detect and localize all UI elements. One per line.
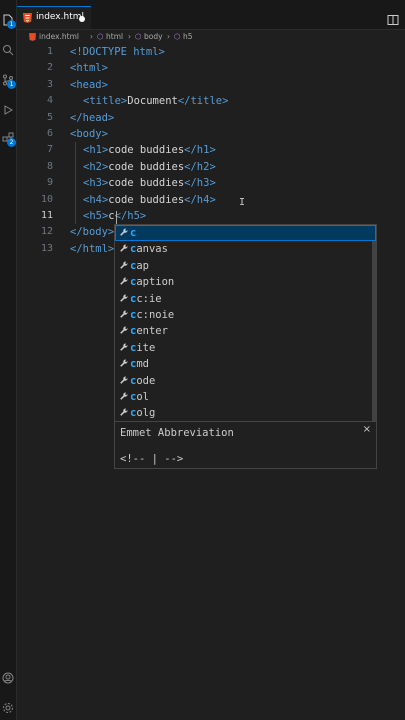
mouse-ibeam-icon: I — [239, 197, 246, 208]
breadcrumb-item-body[interactable]: body — [144, 30, 163, 44]
split-editor-icon[interactable] — [387, 11, 399, 25]
code-line-1: <!DOCTYPE html> — [70, 46, 165, 58]
wrench-icon — [120, 392, 128, 400]
breadcrumb: index.html › ⬡ html › ⬡ body › ⬡ h5 — [17, 30, 405, 44]
wrench-icon — [120, 326, 128, 335]
suggestion-item[interactable]: cite — [115, 340, 376, 356]
line-number: 2 — [46, 62, 53, 74]
element-icon: ⬡ — [174, 32, 181, 41]
line-number: 9 — [46, 177, 53, 189]
unsaved-dot-icon[interactable] — [79, 16, 85, 22]
suggestion-item-selected[interactable]: c — [115, 225, 376, 242]
chevron-right-icon: › — [128, 32, 131, 41]
suggestion-item[interactable]: colg — [115, 405, 376, 421]
activity-bar: 1 1 2 — [0, 0, 17, 720]
suggestion-item[interactable]: cc:noie — [115, 307, 376, 323]
suggestion-item[interactable]: center — [115, 323, 376, 339]
suggestion-item[interactable]: cmd — [115, 356, 376, 372]
tab-label: index.html — [36, 12, 84, 22]
editor-tab-bar: index.html ⋯ — [17, 6, 405, 30]
wrench-icon — [120, 277, 128, 285]
close-icon[interactable]: × — [363, 424, 371, 435]
suggestion-item[interactable]: cc:ie — [115, 291, 376, 307]
extensions-icon[interactable]: 2 — [2, 132, 16, 147]
details-title: Emmet Abbreviation — [120, 427, 234, 439]
wrench-icon — [120, 294, 128, 302]
source-control-badge: 1 — [7, 80, 16, 89]
line-number: 6 — [46, 128, 53, 139]
account-icon[interactable] — [2, 669, 14, 684]
wrench-icon — [120, 310, 128, 318]
line-number: 12 — [40, 226, 53, 238]
line-number: 3 — [46, 78, 53, 90]
html5-icon — [23, 13, 32, 23]
html5-icon — [29, 33, 36, 41]
code-line-12: </body> — [70, 226, 115, 239]
suggestion-item[interactable]: canvas — [115, 241, 376, 257]
wrench-icon — [120, 343, 128, 351]
code-line-13: </html> — [70, 242, 115, 255]
line-number: 10 — [40, 193, 53, 205]
code-line-3: <head> — [70, 78, 108, 91]
suggestion-item[interactable]: col — [115, 389, 376, 405]
suggestion-item[interactable]: cap — [115, 258, 376, 274]
element-icon: ⬡ — [135, 32, 142, 41]
line-number: 13 — [40, 242, 53, 254]
suggestions-scrollbar[interactable] — [372, 241, 376, 421]
code-line-7: <h1>code buddies</h1> — [83, 144, 216, 157]
wrench-icon — [120, 228, 128, 236]
code-line-5: </head> — [70, 111, 115, 124]
breadcrumb-item-html[interactable]: html — [106, 30, 123, 44]
code-line-9: <h3>code buddies</h3> — [83, 177, 216, 190]
wrench-icon — [120, 261, 128, 269]
breadcrumb-item-file[interactable]: index.html — [39, 30, 79, 44]
code-line-11: <h5>c</h5> — [83, 210, 147, 222]
indent-guide — [75, 142, 76, 224]
autocomplete-suggestions[interactable]: c canvas cap caption cc:ie cc:noie cente… — [114, 224, 377, 422]
element-icon: ⬡ — [97, 32, 104, 41]
code-line-8: <h2>code buddies</h2> — [83, 160, 216, 173]
details-preview: <!-- | --> — [120, 453, 184, 465]
explorer-icon[interactable]: 1 — [2, 14, 16, 29]
text-cursor — [116, 211, 117, 225]
settings-gear-icon[interactable] — [2, 699, 14, 713]
line-number: 5 — [46, 111, 53, 123]
chevron-right-icon: › — [167, 32, 170, 41]
line-number: 1 — [46, 46, 53, 57]
code-line-6: <body> — [70, 128, 108, 140]
line-number: 7 — [46, 144, 53, 156]
code-line-2: <html> — [70, 62, 108, 75]
suggestion-item[interactable]: code — [115, 373, 376, 389]
wrench-icon — [120, 408, 128, 417]
line-number: 8 — [46, 160, 53, 172]
chevron-right-icon: › — [90, 32, 93, 41]
code-line-4: <title>Document</title> — [83, 95, 229, 108]
line-number-active: 11 — [40, 210, 53, 221]
suggestion-item[interactable]: caption — [115, 274, 376, 290]
suggestion-details-panel: Emmet Abbreviation × <!-- | --> — [114, 421, 377, 469]
run-debug-icon[interactable] — [2, 104, 14, 116]
explorer-badge: 1 — [7, 20, 16, 29]
source-control-icon[interactable]: 1 — [2, 74, 16, 89]
code-line-10: <h4>code buddies</h4> — [83, 193, 216, 206]
wrench-icon — [120, 244, 128, 253]
wrench-icon — [120, 376, 128, 384]
breadcrumb-item-h5[interactable]: h5 — [183, 30, 193, 44]
line-number: 4 — [46, 95, 53, 107]
tab-index-html[interactable]: index.html — [17, 6, 91, 29]
extensions-badge: 2 — [7, 138, 16, 147]
search-icon[interactable] — [2, 44, 14, 56]
wrench-icon — [120, 359, 128, 367]
